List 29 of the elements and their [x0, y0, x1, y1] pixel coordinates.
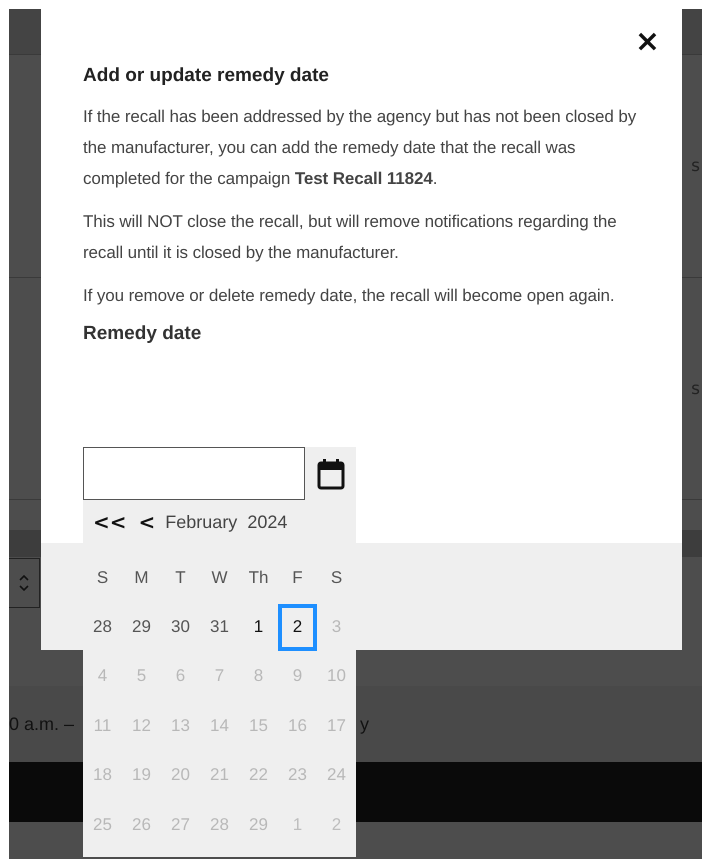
calendar-button[interactable]: [305, 447, 356, 500]
weekday-label: F: [291, 566, 304, 589]
weekday-label: W: [210, 566, 229, 589]
weekday-label: M: [133, 566, 150, 589]
month-text: February: [165, 512, 238, 532]
time-text: 0 a.m. –: [9, 714, 74, 734]
field-label: Remedy date: [83, 323, 202, 345]
weekday-label: S: [96, 566, 110, 589]
date-input-field[interactable]: [83, 447, 305, 500]
dialog-paragraph: If the recall has been addressed by the agency but has not been closed by the manufacturer, you can add the remedy date that the recall was completed for the campaign Test Recall 11824.: [83, 106, 638, 190]
calendar-icon: [316, 458, 344, 490]
weekday-label: S: [330, 566, 344, 589]
dialog-title: Add or update remedy date: [83, 65, 330, 87]
previous-year-button[interactable]: <<: [87, 510, 133, 534]
weekday-label: Th: [248, 566, 270, 589]
close-button[interactable]: ×: [634, 29, 660, 55]
calendar-day[interactable]: 2: [278, 604, 317, 651]
calendar-day[interactable]: 28: [83, 602, 122, 652]
up-down-chevron-icon: [19, 574, 29, 592]
dialog-paragraph: If you remove or delete remedy date, the recall will become open again.: [83, 285, 616, 307]
weekday-label: T: [174, 566, 187, 589]
calendar-day[interactable]: 1: [239, 602, 278, 652]
year-text: 2024: [247, 512, 288, 532]
dialog-paragraph: This will NOT close the recall, but will remove notifications regarding the recall until it is closed by the manufacturer.: [83, 211, 618, 264]
calendar-day[interactable]: 30: [161, 602, 200, 652]
cut-off-text: y: [360, 714, 370, 734]
previous-month-button[interactable]: <: [132, 510, 162, 534]
calendar-day[interactable]: 29: [122, 602, 161, 652]
calendar-day[interactable]: 31: [200, 602, 239, 652]
